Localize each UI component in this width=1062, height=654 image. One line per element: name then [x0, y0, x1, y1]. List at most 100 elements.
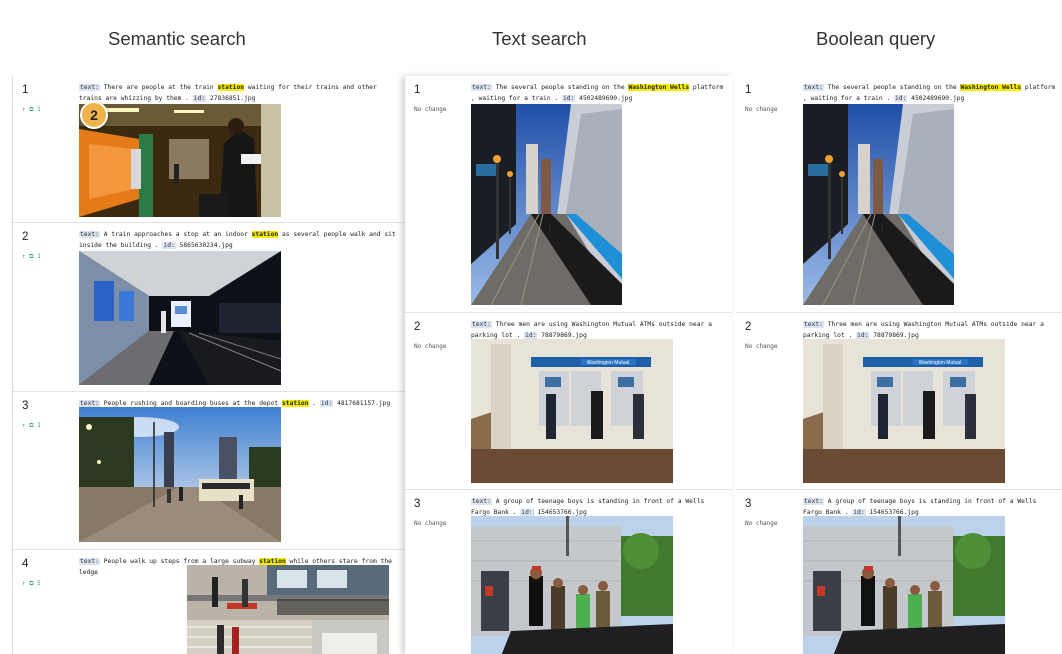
- result-image[interactable]: [79, 407, 281, 542]
- caption-highlight: station: [251, 231, 279, 238]
- rank-number: 3: [22, 400, 29, 412]
- image-id: 27836851.jpg: [209, 95, 256, 102]
- result-caption: text: Three men are using Washington Mut…: [803, 319, 1059, 341]
- image-id: 4502489690.jpg: [579, 95, 633, 102]
- image-id: 78879869.jpg: [873, 332, 919, 339]
- image-id: 154653766.jpg: [537, 509, 587, 516]
- semantic-results-panel[interactable]: 1 ↑ ⧉ 1 text: There are people at the tr…: [12, 76, 405, 654]
- rank-number: 2: [414, 321, 421, 333]
- rank-change-indicator: ↑ ⧉ 5: [22, 580, 41, 587]
- id-tag: id:: [319, 400, 334, 407]
- result-image[interactable]: Washington Mutual: [471, 339, 673, 483]
- result-caption: text: There are people at the train stat…: [79, 82, 397, 104]
- caption-text: The several people standing on the: [495, 84, 629, 91]
- result-row[interactable]: 1 No change text: The several people sta…: [405, 76, 732, 313]
- id-tag: id:: [520, 509, 534, 516]
- rank-number: 2: [22, 231, 29, 243]
- id-tag: id:: [894, 95, 908, 102]
- caption-text: There are people at the train: [103, 84, 218, 91]
- text-tag: text:: [79, 84, 100, 91]
- rank-change-indicator: ↑ ⧉ 1: [22, 422, 41, 429]
- rank-number: 1: [745, 84, 752, 96]
- text-tag: text:: [79, 400, 100, 407]
- id-tag: id:: [852, 509, 866, 516]
- rank-number: 1: [414, 84, 421, 96]
- rank-number: 4: [22, 558, 29, 570]
- rank-number: 3: [414, 498, 421, 510]
- result-caption: text: The several people standing on the…: [803, 82, 1059, 104]
- result-caption: text: A train approaches a stop at an in…: [79, 229, 397, 251]
- semantic-search-heading: Semantic search: [108, 28, 246, 49]
- text-tag: text:: [79, 558, 100, 565]
- caption-text: A group of teenage boys is standing in f…: [471, 498, 705, 516]
- boolean-query-results-panel[interactable]: 1 No change text: The several people sta…: [736, 76, 1062, 654]
- text-tag: text:: [79, 231, 100, 238]
- result-caption: text: Three men are using Washington Mut…: [471, 319, 727, 341]
- text-tag: text:: [803, 321, 824, 328]
- atm-sign-text: Washington Mutual: [919, 360, 962, 366]
- rank-number: 2: [745, 321, 752, 333]
- text-tag: text:: [803, 498, 824, 505]
- boolean-query-heading: Boolean query: [816, 28, 936, 49]
- caption-text: Three men are using Washington Mutual AT…: [803, 321, 1044, 339]
- text-tag: text:: [471, 498, 492, 505]
- caption-highlight: station: [217, 84, 245, 91]
- caption-highlight: station: [259, 558, 286, 565]
- image-id: 5865630234.jpg: [179, 242, 233, 249]
- rank-change-indicator: No change: [414, 520, 447, 527]
- id-tag: id:: [192, 95, 207, 102]
- result-image[interactable]: [79, 104, 281, 217]
- result-row[interactable]: 2 No change text: Three men are using Wa…: [405, 313, 732, 490]
- rank-change-indicator: ↑ ⧉ 1: [22, 106, 41, 113]
- result-image[interactable]: [79, 251, 281, 385]
- result-image[interactable]: [187, 565, 389, 654]
- rank-change-indicator: No change: [745, 520, 778, 527]
- result-row[interactable]: 1 No change text: The several people sta…: [736, 76, 1062, 313]
- atm-sign-text: Washington Mutual: [587, 360, 630, 366]
- rank-change-indicator: No change: [745, 343, 778, 350]
- result-image[interactable]: [803, 516, 1005, 654]
- caption-text: Three men are using Washington Mutual AT…: [471, 321, 712, 339]
- image-id: 78879869.jpg: [541, 332, 587, 339]
- text-search-heading: Text search: [492, 28, 587, 49]
- caption-highlight: Washington Wells: [960, 84, 1022, 91]
- text-tag: text:: [471, 84, 492, 91]
- result-row[interactable]: 1 ↑ ⧉ 1 text: There are people at the tr…: [13, 76, 405, 223]
- id-tag: id:: [562, 95, 576, 102]
- result-row[interactable]: 2 No change text: Three men are using Wa…: [736, 313, 1062, 490]
- rank-number: 3: [745, 498, 752, 510]
- text-tag: text:: [803, 84, 824, 91]
- result-caption: text: A group of teenage boys is standin…: [803, 496, 1059, 518]
- rank-number: 1: [22, 84, 29, 96]
- result-image[interactable]: [803, 104, 954, 305]
- caption-highlight: station: [281, 400, 309, 407]
- text-search-results-panel[interactable]: 1 No change text: The several people sta…: [405, 76, 732, 654]
- result-row[interactable]: 3 ↑ ⧉ 1 text: People rushing and boardin…: [13, 392, 405, 550]
- result-image[interactable]: [471, 516, 673, 654]
- id-tag: id:: [162, 242, 176, 249]
- caption-text: People walk up steps from a large subway: [103, 558, 260, 565]
- rank-change-indicator: No change: [414, 106, 447, 113]
- result-caption: text: The several people standing on the…: [471, 82, 727, 104]
- caption-text: A train approaches a stop at an indoor: [103, 231, 252, 238]
- position-badge: 2: [80, 101, 108, 129]
- image-id: 154653766.jpg: [869, 509, 919, 516]
- id-tag: id:: [524, 332, 538, 339]
- caption-text: The several people standing on the: [827, 84, 961, 91]
- result-row[interactable]: 3 No change text: A group of teenage boy…: [736, 490, 1062, 654]
- rank-change-indicator: ↑ ⧉ 1: [22, 253, 41, 260]
- caption-text: People rushing and boarding buses at the…: [103, 400, 282, 407]
- image-id: 4817681157.jpg: [337, 400, 391, 407]
- caption-text: .: [308, 400, 317, 407]
- result-caption: text: A group of teenage boys is standin…: [471, 496, 727, 518]
- caption-text: A group of teenage boys is standing in f…: [803, 498, 1037, 516]
- result-row[interactable]: 2 ↑ ⧉ 1 text: A train approaches a stop …: [13, 223, 405, 392]
- image-id: 4502489690.jpg: [911, 95, 965, 102]
- result-row[interactable]: 4 ↑ ⧉ 5 text: People walk up steps from …: [13, 550, 405, 654]
- caption-highlight: Washington Wells: [628, 84, 690, 91]
- result-image[interactable]: [471, 104, 622, 305]
- rank-change-indicator: No change: [414, 343, 447, 350]
- rank-change-indicator: No change: [745, 106, 778, 113]
- result-row[interactable]: 3 No change text: A group of teenage boy…: [405, 490, 732, 654]
- result-image[interactable]: Washington Mutual: [803, 339, 1005, 483]
